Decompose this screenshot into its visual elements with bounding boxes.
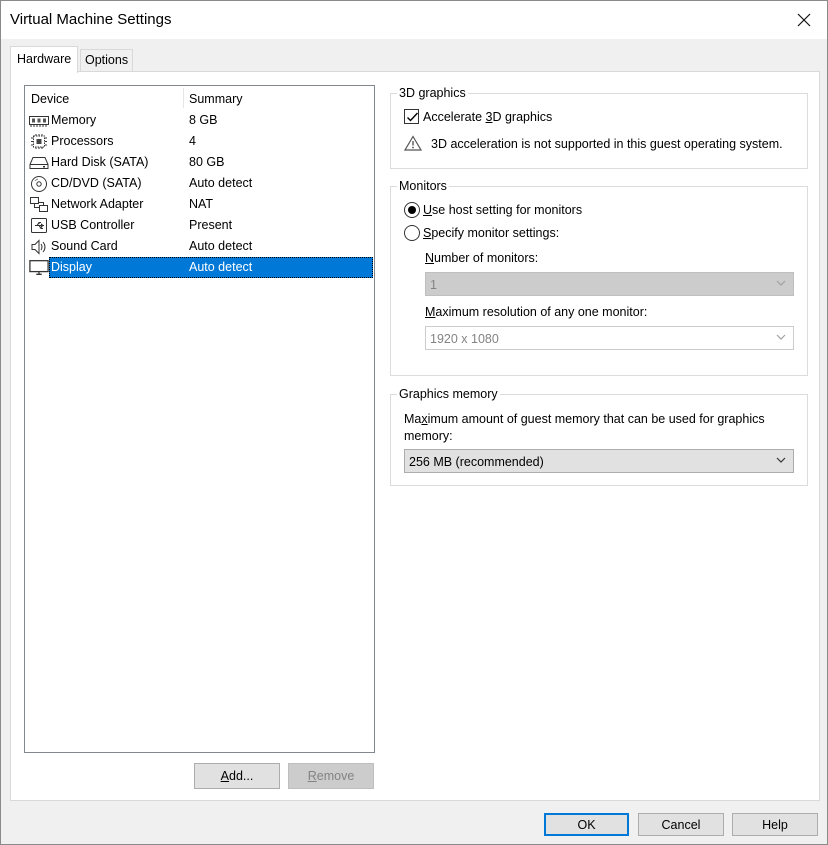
max-resolution-select[interactable]: 1920 x 1080 [425, 326, 794, 350]
device-summary: Auto detect [189, 239, 253, 253]
add-label-post: dd... [229, 769, 254, 783]
device-name: Processors [51, 134, 114, 148]
title-bar: Virtual Machine Settings [1, 1, 827, 39]
device-summary: Present [189, 218, 233, 232]
number-of-monitors-label: Number of monitors: [425, 251, 538, 265]
column-header-summary[interactable]: Summary [189, 92, 242, 106]
host-setting-label[interactable]: Use host setting for monitors [423, 203, 582, 217]
device-name: Sound Card [51, 239, 118, 253]
add-button[interactable]: Add... [194, 763, 280, 789]
device-row-processors[interactable]: Processors 4 [25, 131, 374, 152]
device-summary: 4 [189, 134, 196, 148]
group-3d-graphics-title: 3D graphics [397, 86, 468, 100]
device-name: Display [51, 260, 92, 274]
dialog-window: Virtual Machine Settings Hardware Option… [0, 0, 828, 845]
group-graphics-memory-title: Graphics memory [397, 387, 500, 401]
max-resolution-label: Maximum resolution of any one monitor: [425, 305, 647, 319]
device-name: USB Controller [51, 218, 135, 232]
accelerate-label-post: D graphics [492, 110, 553, 124]
chevron-down-icon [775, 454, 787, 469]
accelerate-label-pre: Accelerate [423, 110, 486, 124]
gm-desc-post: imum amount of guest memory that can be … [427, 412, 765, 426]
device-summary: NAT [189, 197, 214, 211]
device-name: Memory [51, 113, 97, 127]
number-of-monitors-value: 1 [430, 278, 437, 292]
group-monitors-title: Monitors [397, 179, 449, 193]
ok-label: OK [577, 817, 596, 832]
close-icon [797, 13, 811, 27]
group-3d-graphics: 3D graphics Accelerate 3D graphics 3D ac… [390, 86, 808, 169]
device-row-usb[interactable]: USB Controller Present [25, 215, 374, 236]
monitor-icon [29, 259, 49, 276]
gm-desc-pre: Ma [404, 412, 422, 426]
network-icon [29, 196, 49, 213]
maxres-label-post: aximum resolution of any one monitor: [435, 305, 648, 319]
device-name: Hard Disk (SATA) [51, 155, 149, 169]
device-row-display[interactable]: Display Auto detect [25, 257, 374, 278]
chevron-down-icon [775, 277, 787, 292]
remove-label-post: emove [316, 769, 355, 783]
max-resolution-value: 1920 x 1080 [430, 332, 499, 346]
device-row-cd-dvd[interactable]: CD/DVD (SATA) Auto detect [25, 173, 374, 194]
device-row-hard-disk[interactable]: Hard Disk (SATA) 80 GB [25, 152, 374, 173]
accelerate-3d-checkbox[interactable] [404, 109, 419, 124]
device-name: Network Adapter [51, 197, 144, 211]
hard-disk-icon [29, 154, 49, 171]
graphics-memory-value: 256 MB (recommended) [409, 455, 544, 469]
window-title: Virtual Machine Settings [10, 11, 172, 28]
maxres-label-mnemonic: M [425, 305, 436, 319]
device-list[interactable]: Device Summary Memory 8 GB Processors 4 [24, 85, 375, 753]
warning-icon [403, 135, 423, 154]
speaker-icon [29, 238, 49, 255]
hardware-panel: Device Summary Memory 8 GB Processors 4 [10, 71, 820, 801]
ok-button[interactable]: OK [544, 813, 629, 836]
device-row-sound[interactable]: Sound Card Auto detect [25, 236, 374, 257]
graphics-memory-select[interactable]: 256 MB (recommended) [404, 449, 794, 473]
host-setting-radio[interactable] [404, 202, 420, 218]
host-setting-label-post: se host setting for monitors [432, 203, 583, 217]
device-name: CD/DVD (SATA) [51, 176, 142, 190]
memory-icon [29, 112, 49, 129]
device-row-memory[interactable]: Memory 8 GB [25, 110, 374, 131]
column-header-device[interactable]: Device [31, 92, 69, 106]
specify-label-post: pecify monitor settings: [431, 226, 560, 240]
graphics-memory-description-line2: memory: [404, 429, 453, 443]
add-label-mnemonic: A [220, 769, 229, 783]
column-separator [183, 88, 184, 108]
cancel-label: Cancel [661, 817, 701, 832]
tab-hardware-label: Hardware [17, 52, 72, 66]
help-label: Help [762, 817, 788, 832]
host-setting-label-mnemonic: U [423, 203, 433, 217]
specify-settings-radio[interactable] [404, 225, 420, 241]
device-list-header: Device Summary [25, 86, 374, 110]
specify-settings-label[interactable]: Specify monitor settings: [423, 226, 559, 240]
group-graphics-memory: Graphics memory Maximum amount of guest … [390, 387, 808, 486]
accelerate-3d-label[interactable]: Accelerate 3D graphics [423, 110, 552, 124]
number-of-monitors-select[interactable]: 1 [425, 272, 794, 296]
tab-hardware[interactable]: Hardware [10, 46, 79, 73]
cd-dvd-icon [29, 175, 49, 192]
device-summary: Auto detect [189, 176, 253, 190]
help-button[interactable]: Help [732, 813, 818, 836]
device-summary: 80 GB [189, 155, 225, 169]
device-row-network[interactable]: Network Adapter NAT [25, 194, 374, 215]
dialog-footer: OK Cancel Help [1, 801, 827, 845]
device-summary: 8 GB [189, 113, 218, 127]
graphics-memory-description-line1: Maximum amount of guest memory that can … [404, 412, 765, 426]
checkmark-icon [407, 112, 419, 122]
number-label-post: umber of monitors: [434, 251, 539, 265]
cancel-button[interactable]: Cancel [638, 813, 724, 836]
processor-icon [29, 133, 49, 150]
close-button[interactable] [781, 1, 827, 39]
3d-warning-text: 3D acceleration is not supported in this… [431, 137, 783, 151]
tab-options[interactable]: Options [80, 49, 134, 72]
chevron-down-icon [775, 331, 787, 346]
group-monitors: Monitors Use host setting for monitors S… [390, 179, 808, 376]
remove-label-mnemonic: R [307, 769, 317, 783]
tab-options-label: Options [85, 53, 129, 67]
device-summary: Auto detect [189, 260, 253, 274]
number-label-mnemonic: N [425, 251, 435, 265]
usb-icon [29, 217, 49, 234]
remove-button[interactable]: Remove [288, 763, 374, 789]
